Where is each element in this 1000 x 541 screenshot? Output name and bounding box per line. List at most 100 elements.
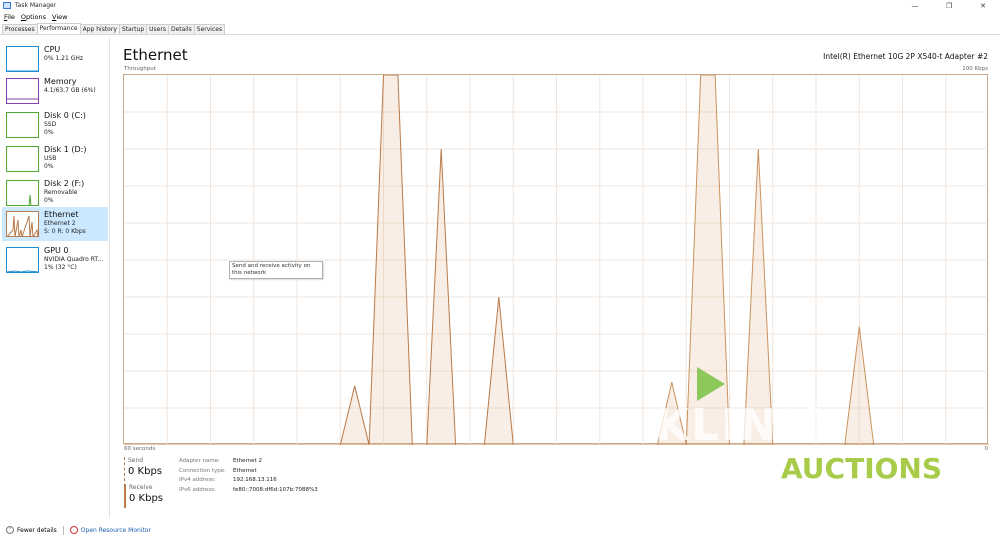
sparkline-path xyxy=(7,270,38,272)
sidebar-item-detail: Ethernet 2 xyxy=(44,220,76,227)
sidebar-item-disk-1-d[interactable]: Disk 1 (D:) USB 0% xyxy=(2,142,108,176)
sidebar-item-detail: 0% 1.21 GHz xyxy=(44,55,84,62)
throughput-label: Throughput xyxy=(124,66,156,72)
sparkline-graph xyxy=(28,194,32,205)
sidebar-item-cpu[interactable]: CPU 0% 1.21 GHz xyxy=(2,42,108,76)
menu-file[interactable]: File xyxy=(4,13,15,21)
watermark-logo-text: KLINIS xyxy=(655,400,831,451)
sidebar-item-text: Disk 0 (C:) SSD 0% xyxy=(44,111,86,137)
sparkline-path xyxy=(28,194,32,205)
resource-sidebar: CPU 0% 1.21 GHz Memory 4.1/63.7 GB (6%) Disk… xyxy=(0,38,110,518)
adapter-details: Adapter name: Ethernet 2 Connection type: E… xyxy=(179,457,318,495)
sidebar-item-text: Memory 4.1/63.7 GB (6%) xyxy=(44,77,96,95)
sidebar-item-text: GPU 0 NVIDIA Quadro RT... 1% (32 °C) xyxy=(44,246,103,272)
receive-label: Receive xyxy=(129,484,153,491)
sidebar-item-detail: USB xyxy=(44,155,57,162)
sidebar-item-detail: Removable xyxy=(44,189,78,196)
sidebar-item-name: Disk 2 (F:) xyxy=(44,179,85,188)
adapter-name: Intel(R) Ethernet 10G 2P X540-t Adapter … xyxy=(823,52,988,61)
menu-bar: File Options View xyxy=(0,11,73,22)
sparkline-graph xyxy=(7,270,38,272)
detail-value: fe80::7008:df6d:107b:7088%3 xyxy=(233,486,318,493)
window-title: Task Manager xyxy=(15,2,57,9)
detail-key: Connection type: xyxy=(179,467,227,474)
tab-app-history[interactable]: App history xyxy=(79,24,120,34)
task-manager-icon xyxy=(3,2,11,9)
detail-row: IPv6 address: fe80::7008:df6d:107b:7088%3 xyxy=(179,486,318,496)
sidebar-sparkline xyxy=(6,180,39,206)
sidebar-item-detail: NVIDIA Quadro RT... xyxy=(44,256,104,263)
send-value: 0 Kbps xyxy=(128,466,163,477)
detail-value: 192.168.13.116 xyxy=(233,477,277,483)
sidebar-item-name: CPU xyxy=(44,45,61,54)
chevron-up-icon[interactable]: ⌃ xyxy=(6,526,14,534)
receive-stat: Receive 0 Kbps xyxy=(124,484,174,508)
sidebar-sparkline xyxy=(6,112,39,138)
sidebar-item-name: Memory xyxy=(44,77,77,86)
sidebar-sparkline xyxy=(6,46,39,72)
page-title: Ethernet xyxy=(123,46,188,64)
zero-label: 0 xyxy=(984,446,989,452)
tab-details[interactable]: Details xyxy=(167,24,195,34)
detail-row: IPv4 address: 192.168.13.116 xyxy=(179,476,318,486)
max-throughput-label: 100 Kbps xyxy=(962,66,988,72)
throughput-chart xyxy=(124,75,989,445)
time-span-label: 60 seconds xyxy=(124,446,156,452)
resource-monitor-icon xyxy=(69,526,78,534)
open-resource-monitor-link[interactable]: Open Resource Monitor xyxy=(81,527,151,534)
fewer-details-link[interactable]: Fewer details xyxy=(17,527,57,534)
tab-divider xyxy=(0,34,1000,35)
sidebar-item-name: GPU 0 xyxy=(44,246,69,255)
menu-options[interactable]: Options xyxy=(21,13,46,21)
tab-users[interactable]: Users xyxy=(146,24,169,34)
sidebar-item-text: CPU 0% 1.21 GHz xyxy=(44,45,83,63)
sidebar-sparkline xyxy=(6,146,39,172)
receive-value: 0 Kbps xyxy=(129,493,164,504)
menu-label-rest: ile xyxy=(7,12,15,21)
sidebar-item-detail: 0% xyxy=(44,163,54,170)
throughput-graph[interactable] xyxy=(123,74,989,445)
detail-key: IPv4 address: xyxy=(179,477,216,483)
tab-services[interactable]: Services xyxy=(193,24,226,34)
sparkline-graph xyxy=(7,147,39,172)
watermark-auctions: AUCTIONS xyxy=(781,452,943,485)
detail-key: IPv6 address: xyxy=(179,486,216,493)
tab-startup[interactable]: Startup xyxy=(118,24,148,34)
detail-row: Adapter name: Ethernet 2 xyxy=(179,457,318,467)
sidebar-item-text: Ethernet Ethernet 2 S: 0 R: 0 Kbps xyxy=(44,210,86,236)
sparkline-graph xyxy=(7,98,38,100)
minimize-icon[interactable]: — xyxy=(898,0,932,11)
tab-processes[interactable]: Processes xyxy=(2,24,38,34)
window-controls: — ❐ ✕ xyxy=(898,0,1000,11)
detail-value: Ethernet 2 xyxy=(233,458,262,464)
title-bar: Task Manager — ❐ ✕ xyxy=(0,0,1000,11)
sidebar-item-text: Disk 2 (F:) Removable 0% xyxy=(44,179,84,205)
sparkline-graph xyxy=(7,215,38,236)
sidebar-sparkline xyxy=(6,211,39,237)
sidebar-item-gpu-0[interactable]: GPU 0 NVIDIA Quadro RT... 1% (32 °C) xyxy=(2,243,108,277)
sidebar-item-detail: 0% xyxy=(44,197,54,204)
sidebar-item-ethernet[interactable]: Ethernet Ethernet 2 S: 0 R: 0 Kbps xyxy=(2,207,108,241)
sparkline-path xyxy=(7,215,38,236)
sidebar-item-detail: 4.1/63.7 GB (6%) xyxy=(44,87,96,94)
menu-view[interactable]: View xyxy=(52,13,67,21)
sidebar-sparkline xyxy=(6,247,39,273)
sidebar-item-text: Disk 1 (D:) USB 0% xyxy=(44,145,86,171)
close-icon[interactable]: ✕ xyxy=(966,0,1000,11)
restore-icon[interactable]: ❐ xyxy=(932,0,966,11)
sidebar-item-name: Disk 1 (D:) xyxy=(44,145,87,154)
sidebar-item-name: Disk 0 (C:) xyxy=(44,111,86,120)
menu-label-rest: iew xyxy=(56,12,68,21)
sidebar-item-detail: 0% xyxy=(44,129,54,136)
watermark-play-logo xyxy=(697,367,725,401)
sidebar-item-name: Ethernet xyxy=(44,210,79,219)
detail-value: Ethernet xyxy=(233,467,257,474)
send-label: Send xyxy=(128,457,144,464)
footer-separator xyxy=(62,525,64,535)
menu-label-rest: ptions xyxy=(26,12,46,21)
sidebar-item-disk-2-f[interactable]: Disk 2 (F:) Removable 0% xyxy=(2,176,108,210)
sidebar-item-disk-0-c[interactable]: Disk 0 (C:) SSD 0% xyxy=(2,108,108,142)
tab-performance[interactable]: Performance xyxy=(36,23,81,34)
sparkline-graph xyxy=(7,113,39,138)
sidebar-item-memory[interactable]: Memory 4.1/63.7 GB (6%) xyxy=(2,74,108,108)
